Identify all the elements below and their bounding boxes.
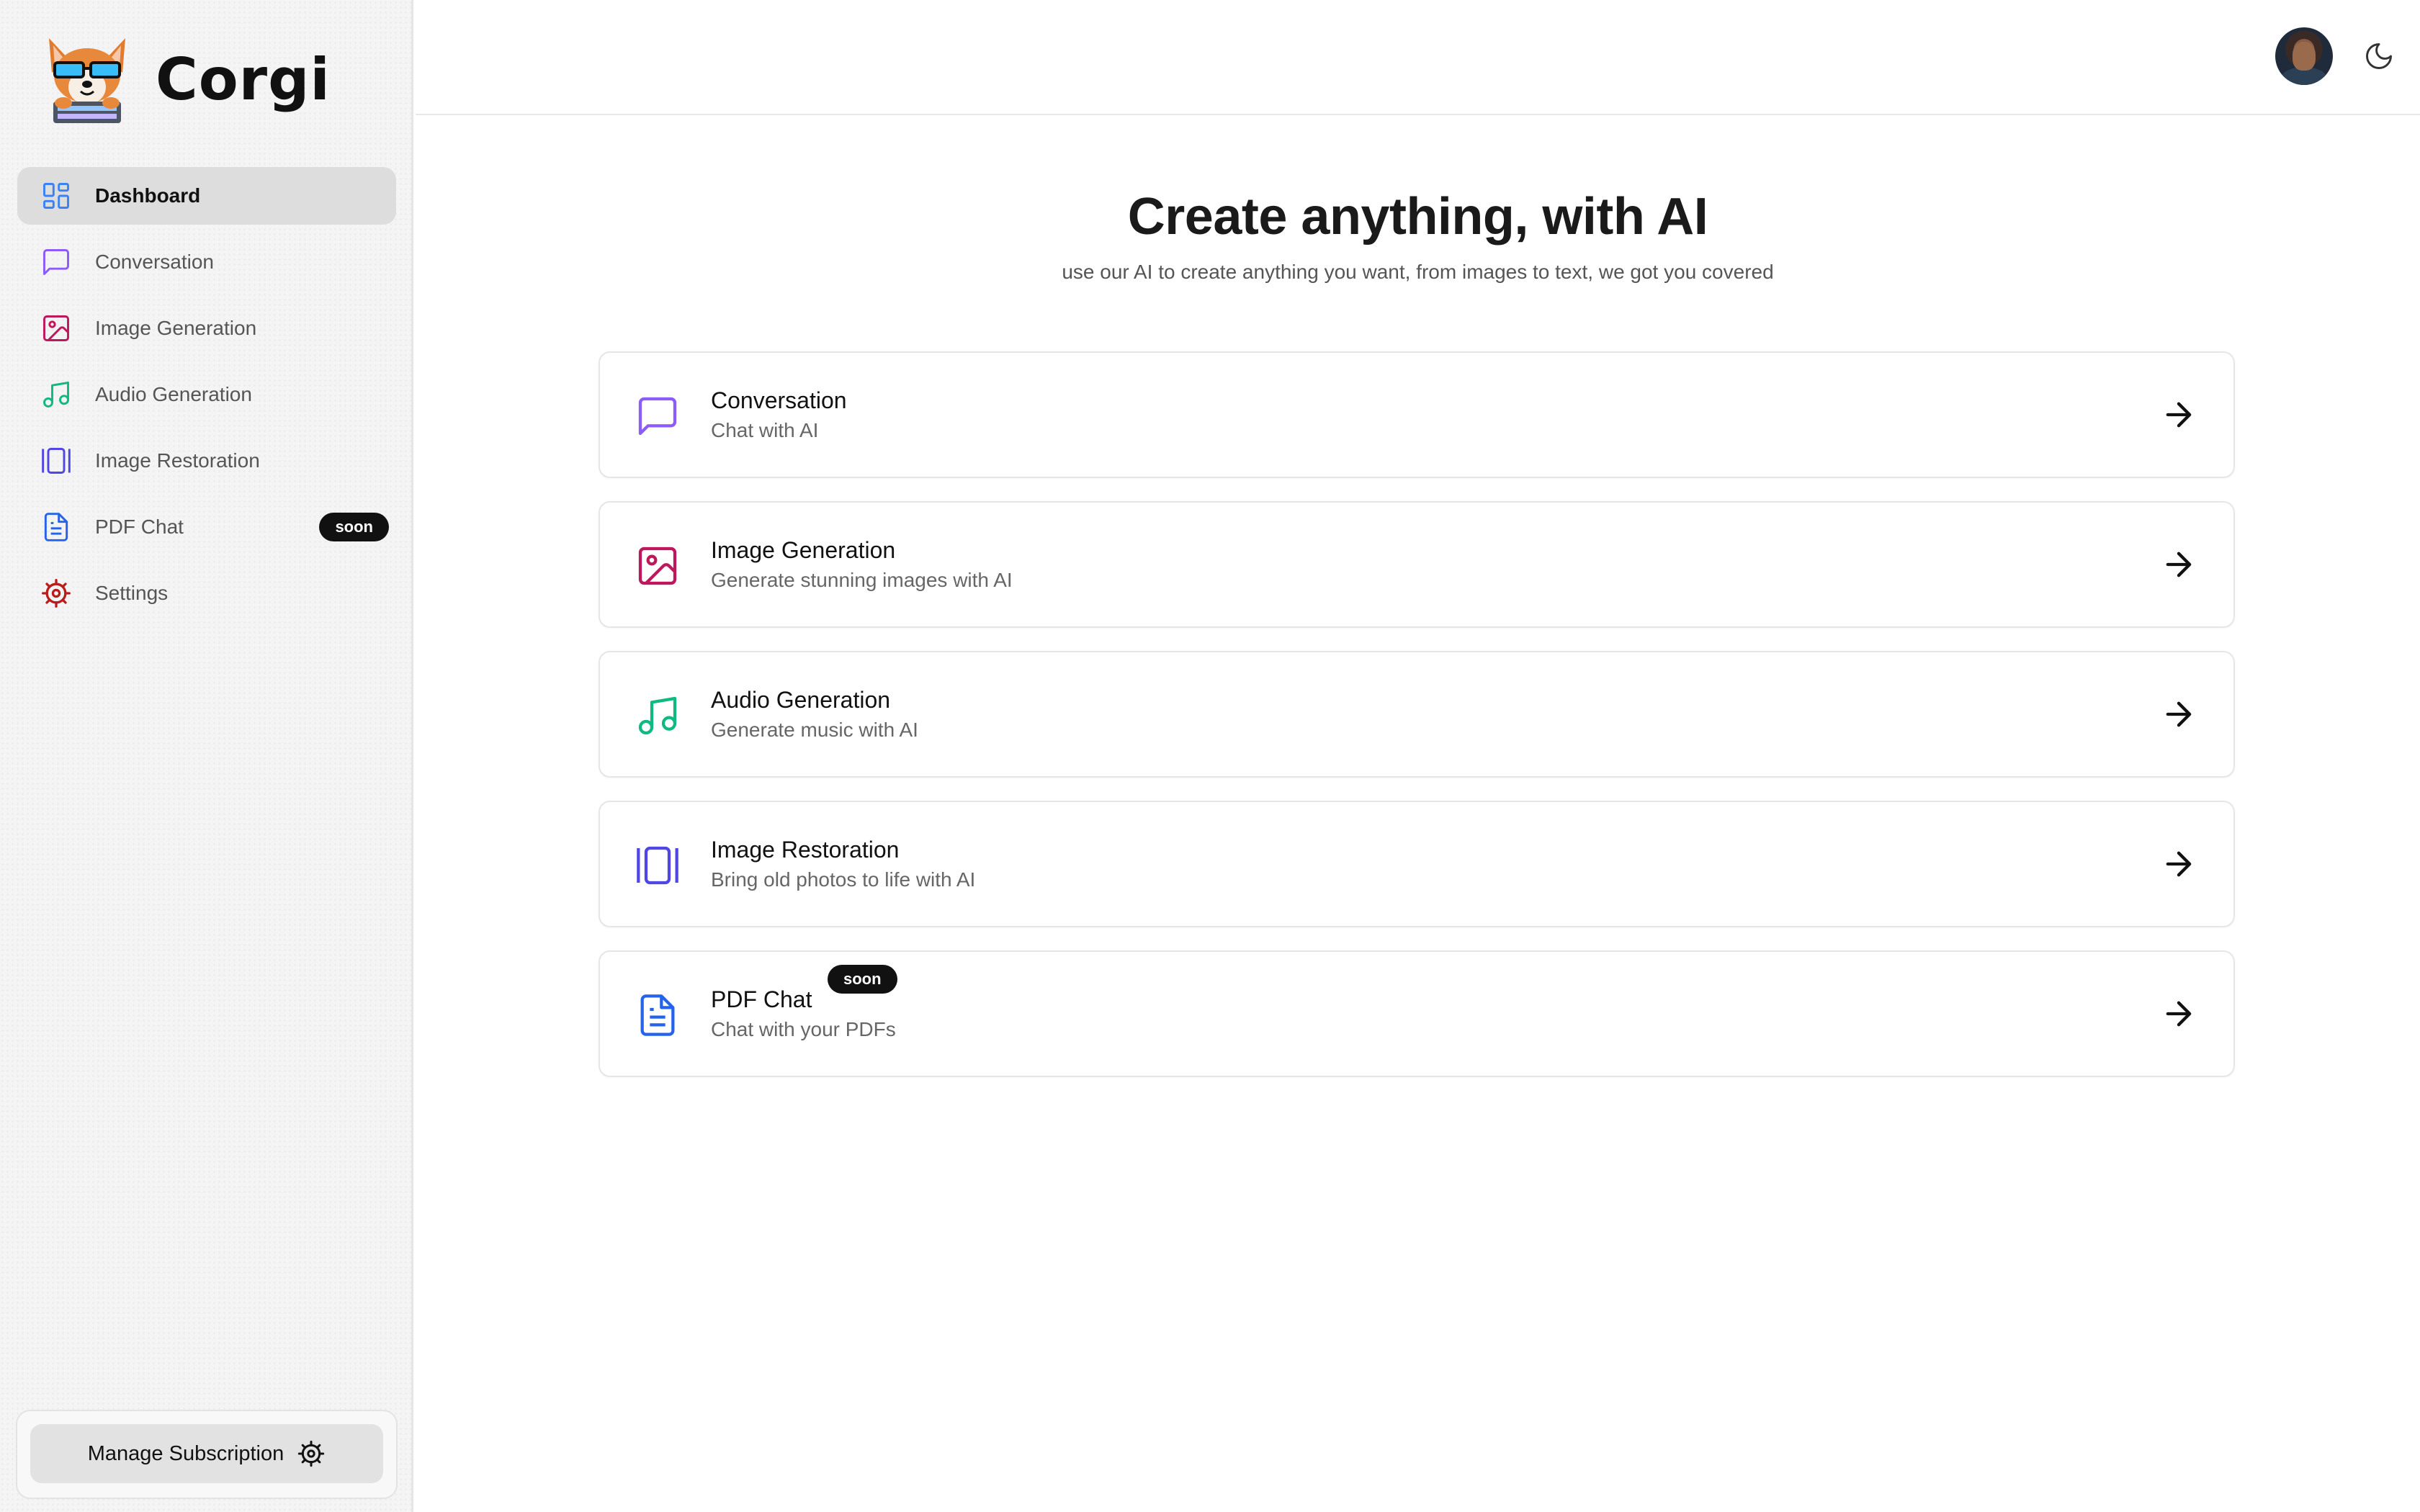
card-title: Image Generation: [711, 537, 896, 563]
dashboard-icon: [40, 180, 72, 212]
card-image-restoration[interactable]: Image Restoration Bring old photos to li…: [599, 801, 2235, 927]
sidebar-item-label: Image Generation: [95, 317, 257, 339]
sidebar-item-pdf-chat[interactable]: PDF Chat soon: [17, 498, 396, 556]
sidebar-item-image-generation[interactable]: Image Generation: [17, 300, 396, 357]
soon-badge: soon: [828, 965, 897, 994]
music-icon: [40, 379, 72, 410]
file-text-icon: [635, 992, 681, 1038]
image-icon: [635, 543, 681, 589]
corgi-logo: [49, 38, 125, 123]
message-square-icon: [40, 246, 72, 278]
image-icon: [40, 312, 72, 344]
page-title: Create anything, with AI: [1127, 188, 1708, 246]
arrow-right-icon: [2160, 995, 2197, 1032]
sidebar-item-label: Dashboard: [95, 184, 201, 207]
card-pdf-chat[interactable]: PDF Chat soon Chat with your PDFs: [599, 950, 2235, 1077]
avatar-face: [2293, 42, 2316, 71]
manage-subscription-button[interactable]: Manage Subscription: [30, 1424, 383, 1483]
sidebar-item-conversation[interactable]: Conversation: [17, 233, 396, 291]
card-description: Chat with your PDFs: [711, 1018, 896, 1040]
moon-icon[interactable]: [2363, 40, 2395, 72]
sidebar-item-label: PDF Chat: [95, 516, 184, 538]
arrow-right-icon: [2160, 546, 2197, 583]
card-image-generation[interactable]: Image Generation Generate stunning image…: [599, 501, 2235, 628]
sidebar-item-audio-generation[interactable]: Audio Generation: [17, 366, 396, 423]
app-window: Corgi Dashboard Conversation Image Gener…: [0, 0, 2420, 1512]
music-icon: [635, 693, 681, 739]
file-text-icon: [40, 511, 72, 543]
card-description: Generate music with AI: [711, 719, 918, 741]
tool-card-list: Conversation Chat with AI Image Generati…: [599, 351, 2235, 1100]
sidebar-nav: Dashboard Conversation Image Generation …: [17, 167, 396, 631]
sidebar-item-label: Settings: [95, 582, 169, 604]
top-bar: [416, 0, 2420, 115]
page-subtitle: use our AI to create anything you want, …: [1062, 261, 1774, 283]
card-title: Audio Generation: [711, 687, 891, 713]
sidebar-item-label: Audio Generation: [95, 383, 252, 405]
sidebar-item-label: Image Restoration: [95, 449, 260, 472]
arrow-right-icon: [2160, 696, 2197, 733]
sidebar-item-settings[interactable]: Settings: [17, 564, 396, 622]
card-conversation[interactable]: Conversation Chat with AI: [599, 351, 2235, 478]
gallery-vertical-icon: [635, 842, 681, 888]
card-audio-generation[interactable]: Audio Generation Generate music with AI: [599, 651, 2235, 778]
brand[interactable]: Corgi: [39, 29, 331, 130]
sidebar-item-label: Conversation: [95, 251, 214, 273]
card-description: Bring old photos to life with AI: [711, 868, 976, 891]
main-content: Create anything, with AI use our AI to c…: [416, 115, 2420, 1512]
arrow-right-icon: [2160, 845, 2197, 883]
settings-icon: [40, 577, 72, 609]
card-title: Image Restoration: [711, 837, 900, 863]
sidebar-item-dashboard[interactable]: Dashboard: [17, 167, 396, 225]
card-description: Chat with AI: [711, 419, 819, 441]
message-square-icon: [635, 393, 681, 439]
subscription-panel: Manage Subscription: [16, 1410, 398, 1499]
manage-subscription-label: Manage Subscription: [87, 1441, 284, 1465]
sidebar-item-image-restoration[interactable]: Image Restoration: [17, 432, 396, 490]
gallery-vertical-icon: [40, 445, 72, 477]
card-title: Conversation: [711, 387, 847, 413]
soon-badge: soon: [319, 513, 389, 541]
brand-name: Corgi: [156, 45, 331, 113]
sidebar: Corgi Dashboard Conversation Image Gener…: [0, 0, 413, 1512]
card-title: PDF Chat: [711, 986, 812, 1012]
arrow-right-icon: [2160, 396, 2197, 433]
settings-icon: [298, 1440, 325, 1467]
card-description: Generate stunning images with AI: [711, 569, 1013, 591]
user-avatar[interactable]: [2275, 27, 2333, 85]
